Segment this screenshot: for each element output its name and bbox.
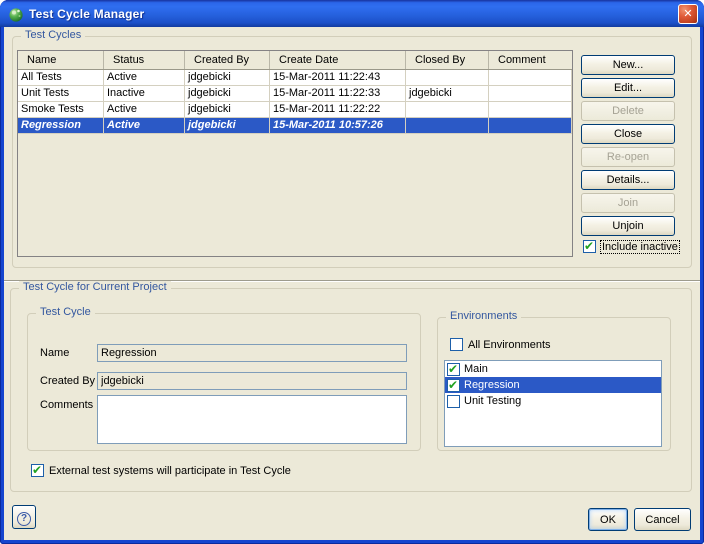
checkbox-box xyxy=(450,338,463,351)
close-cycle-button[interactable]: Close xyxy=(581,124,675,144)
created-by-label: Created By xyxy=(40,375,95,387)
column-header-closed-by[interactable]: Closed By xyxy=(406,51,489,69)
new-button[interactable]: New... xyxy=(581,55,675,75)
delete-button: Delete xyxy=(581,101,675,121)
close-button[interactable]: ✕ xyxy=(678,4,698,24)
details-button[interactable]: Details... xyxy=(581,170,675,190)
table-row-smoke-tests[interactable]: Smoke Tests Active jdgebicki 15-Mar-2011… xyxy=(18,102,572,118)
env-item-main[interactable]: ✔ Main xyxy=(445,361,661,377)
env-item-label: Main xyxy=(464,363,488,375)
unjoin-button[interactable]: Unjoin xyxy=(581,216,675,236)
cell-name: Unit Tests xyxy=(18,86,104,102)
cell-comment xyxy=(489,118,572,134)
include-inactive-label: Include inactive xyxy=(601,241,679,253)
env-item-unit-testing[interactable]: Unit Testing xyxy=(445,393,661,409)
action-buttons: New... Edit... Delete Close Re-open Deta… xyxy=(581,55,675,236)
checkbox-box[interactable]: ✔ xyxy=(447,379,460,392)
cell-create-date: 15-Mar-2011 10:57:26 xyxy=(270,118,406,134)
current-project-group: Test Cycle for Current Project Test Cycl… xyxy=(10,288,692,492)
external-systems-checkbox[interactable]: ✔ External test systems will participate… xyxy=(31,464,291,477)
cell-status: Inactive xyxy=(104,86,185,102)
table-row-regression-selected[interactable]: Regression Active jdgebicki 15-Mar-2011 … xyxy=(18,118,572,134)
join-button: Join xyxy=(581,193,675,213)
env-item-label: Regression xyxy=(464,379,520,391)
created-by-field[interactable] xyxy=(97,372,407,390)
column-header-name[interactable]: Name xyxy=(18,51,104,69)
environments-listbox: ✔ Main ✔ Regression Unit Testing xyxy=(444,360,662,447)
check-icon: ✔ xyxy=(448,378,458,392)
check-icon: ✔ xyxy=(584,239,594,253)
checkbox-box: ✔ xyxy=(583,240,596,253)
name-label: Name xyxy=(40,347,69,359)
dialog-body: Test Cycles Name Status Created By Creat… xyxy=(4,27,700,540)
cell-status: Active xyxy=(104,102,185,118)
column-header-status[interactable]: Status xyxy=(104,51,185,69)
checkbox-box: ✔ xyxy=(31,464,44,477)
checkbox-box[interactable]: ✔ xyxy=(447,363,460,376)
table-row-all-tests[interactable]: All Tests Active jdgebicki 15-Mar-2011 1… xyxy=(18,70,572,86)
cell-name: Regression xyxy=(18,118,104,134)
table-header-row: Name Status Created By Create Date Close… xyxy=(18,51,572,70)
comments-label: Comments xyxy=(40,399,93,411)
test-cycle-manager-dialog: Test Cycle Manager ✕ Test Cycles Name St… xyxy=(0,0,704,544)
check-icon: ✔ xyxy=(32,463,42,477)
cell-created-by: jdgebicki xyxy=(185,86,270,102)
environments-group-label: Environments xyxy=(446,310,521,322)
ok-button[interactable]: OK xyxy=(588,508,628,531)
test-cycles-group: Test Cycles Name Status Created By Creat… xyxy=(12,36,692,268)
window-title: Test Cycle Manager xyxy=(29,7,678,21)
env-item-label: Unit Testing xyxy=(464,395,521,407)
env-item-regression-selected[interactable]: ✔ Regression xyxy=(445,377,661,393)
cell-name: All Tests xyxy=(18,70,104,86)
app-globe-icon xyxy=(8,6,24,22)
cell-create-date: 15-Mar-2011 11:22:22 xyxy=(270,102,406,118)
column-header-create-date[interactable]: Create Date xyxy=(270,51,406,69)
cell-created-by: jdgebicki xyxy=(185,118,270,134)
reopen-button: Re-open xyxy=(581,147,675,167)
test-cycle-inner-group-label: Test Cycle xyxy=(36,306,95,318)
cell-create-date: 15-Mar-2011 11:22:43 xyxy=(270,70,406,86)
cell-comment xyxy=(489,102,572,118)
cell-closed-by xyxy=(406,102,489,118)
close-icon: ✕ xyxy=(683,8,692,20)
help-icon: ? xyxy=(17,512,31,526)
name-field[interactable] xyxy=(97,344,407,362)
test-cycle-inner-group: Test Cycle Name Created By Comments xyxy=(27,313,421,451)
titlebar[interactable]: Test Cycle Manager ✕ xyxy=(0,0,704,27)
cell-closed-by xyxy=(406,118,489,134)
all-environments-label: All Environments xyxy=(468,339,551,351)
checkbox-box[interactable] xyxy=(447,395,460,408)
cell-comment xyxy=(489,70,572,86)
cell-created-by: jdgebicki xyxy=(185,102,270,118)
column-header-comment[interactable]: Comment xyxy=(489,51,572,69)
cancel-button[interactable]: Cancel xyxy=(634,508,691,531)
test-cycles-group-label: Test Cycles xyxy=(21,29,85,41)
cell-status: Active xyxy=(104,70,185,86)
include-inactive-checkbox[interactable]: ✔ Include inactive xyxy=(583,240,679,253)
help-button[interactable]: ? xyxy=(12,505,36,529)
comments-field[interactable] xyxy=(97,395,407,444)
all-environments-checkbox[interactable]: All Environments xyxy=(450,338,551,351)
cell-closed-by: jdgebicki xyxy=(406,86,489,102)
cell-status: Active xyxy=(104,118,185,134)
cell-created-by: jdgebicki xyxy=(185,70,270,86)
table-row-unit-tests[interactable]: Unit Tests Inactive jdgebicki 15-Mar-201… xyxy=(18,86,572,102)
test-cycles-table: Name Status Created By Create Date Close… xyxy=(17,50,573,257)
check-icon: ✔ xyxy=(448,362,458,376)
edit-button[interactable]: Edit... xyxy=(581,78,675,98)
cell-closed-by xyxy=(406,70,489,86)
column-header-created-by[interactable]: Created By xyxy=(185,51,270,69)
cell-name: Smoke Tests xyxy=(18,102,104,118)
cell-comment xyxy=(489,86,572,102)
cell-create-date: 15-Mar-2011 11:22:33 xyxy=(270,86,406,102)
environments-group: Environments All Environments ✔ Main ✔ R… xyxy=(437,317,671,451)
external-systems-label: External test systems will participate i… xyxy=(49,465,291,477)
current-project-group-label: Test Cycle for Current Project xyxy=(19,281,171,293)
